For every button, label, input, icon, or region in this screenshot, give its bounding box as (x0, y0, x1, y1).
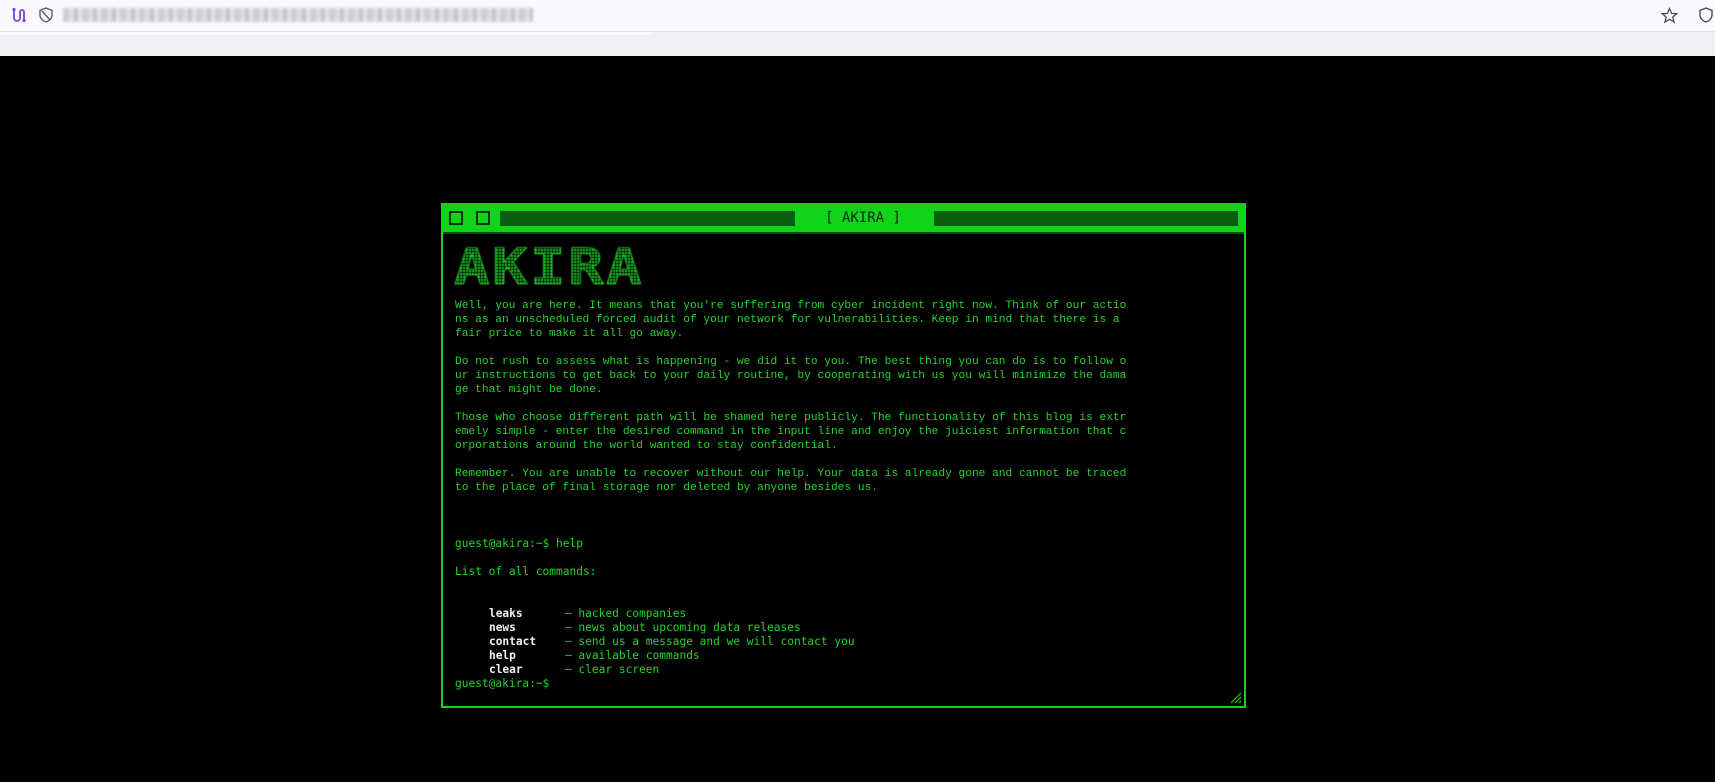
terminal-window: [ AKIRA ] AKIRA Well, you are here. It m… (441, 203, 1246, 708)
tracking-shield-icon[interactable] (35, 4, 57, 26)
url-field[interactable] (63, 8, 533, 22)
shield-icon[interactable] (1695, 4, 1715, 26)
resize-grip-icon[interactable] (1230, 692, 1242, 704)
commands-heading: List of all commands: (455, 565, 597, 578)
browser-toolbar (0, 0, 1715, 32)
command-name[interactable]: clear (489, 663, 565, 677)
titlebar-stripe-left (500, 211, 795, 226)
akira-logo: AKIRA (454, 240, 644, 288)
browser-notification-strip (0, 32, 1715, 56)
logo-text: AKIRA (454, 240, 644, 288)
close-window-button[interactable] (449, 211, 463, 225)
intro-paragraph-3: Those who choose different path will be … (455, 412, 1127, 452)
titlebar-stripe-right (934, 211, 1238, 226)
intro-paragraph-1: Well, you are here. It means that you're… (455, 300, 1127, 340)
tab-strip (0, 32, 652, 35)
history-prompt: guest@akira:~$ help (455, 537, 583, 550)
bookmark-star-icon[interactable] (1658, 4, 1680, 26)
terminal-titlebar[interactable]: [ AKIRA ] (443, 205, 1244, 232)
titlebar-divider (443, 232, 1244, 234)
intro-paragraph-4: Remember. You are unable to recover with… (455, 468, 1127, 494)
command-desc: – clear screen (564, 663, 660, 676)
terminal-title: [ AKIRA ] (825, 210, 901, 226)
intro-paragraph-2: Do not rush to assess what is happening … (455, 356, 1127, 396)
maximize-window-button[interactable] (476, 211, 490, 225)
route-icon[interactable] (8, 4, 30, 26)
command-input-prompt[interactable]: guest@akira:~$ (455, 677, 549, 691)
